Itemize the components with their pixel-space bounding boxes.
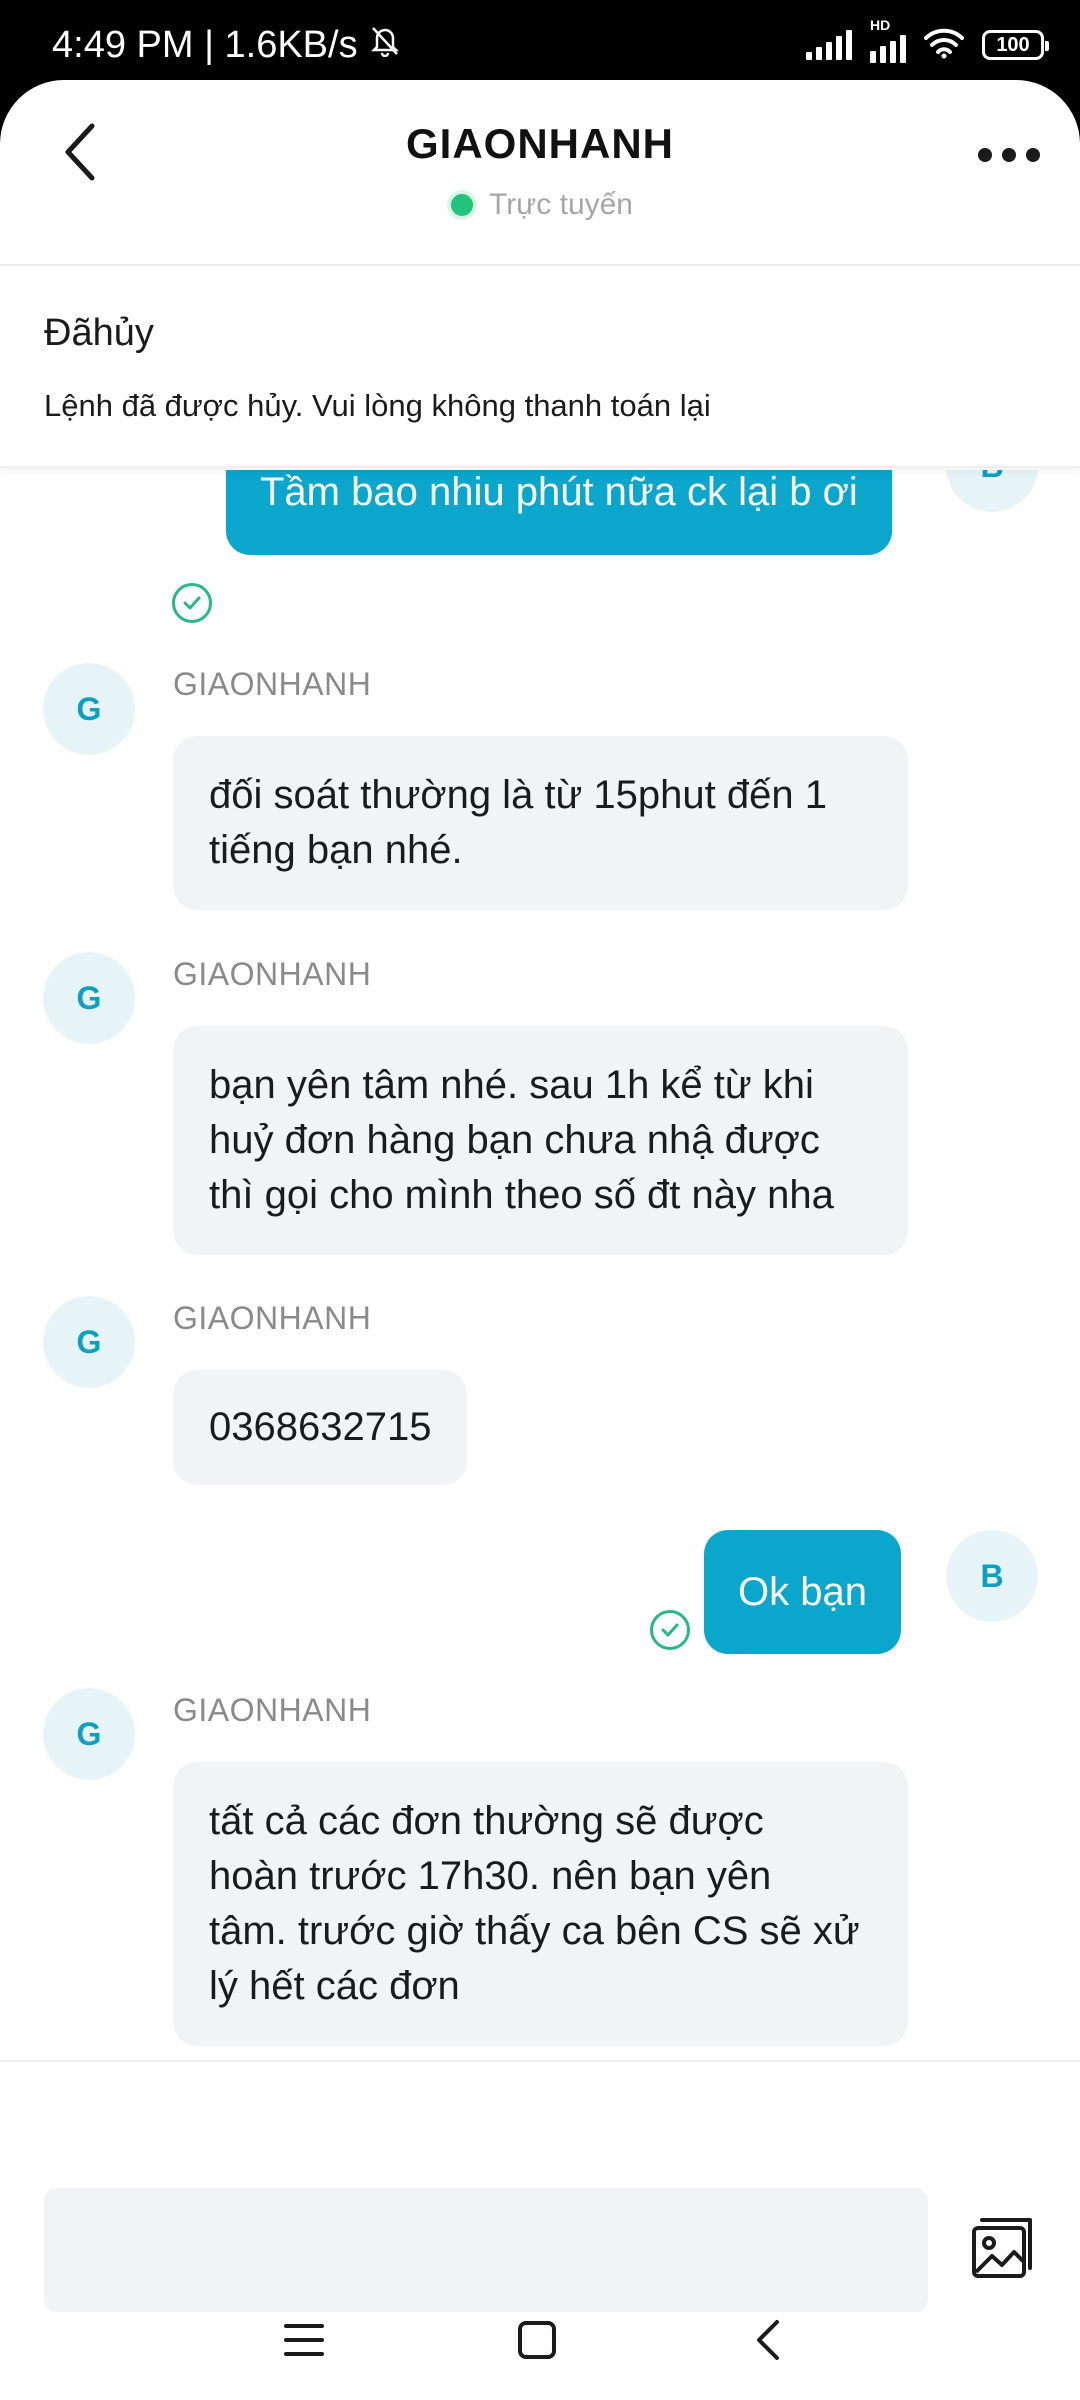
hd-label: HD xyxy=(870,17,891,33)
check-circle-icon xyxy=(172,583,212,623)
avatar-initial: G xyxy=(76,1715,102,1752)
message-line: tiếng bạn nhé. xyxy=(209,828,463,872)
avatar[interactable]: G xyxy=(43,1688,135,1780)
nav-back-button[interactable] xyxy=(738,2310,798,2370)
message-line: hoàn trước 17h30. nên bạn yên xyxy=(209,1854,772,1898)
online-status-label: Trực tuyến xyxy=(488,188,633,221)
avatar-initial: G xyxy=(76,979,102,1016)
check-circle-icon xyxy=(650,1610,690,1650)
nav-home-button[interactable] xyxy=(507,2310,567,2370)
more-dot-icon xyxy=(1002,148,1016,162)
avatar-initial: G xyxy=(76,1323,102,1360)
more-dot-icon xyxy=(978,148,992,162)
avatar[interactable]: G xyxy=(43,1296,135,1388)
message-text: Tầm bao nhiu phút nữa ck lại b ơi xyxy=(260,470,858,514)
nav-menu-button[interactable] xyxy=(274,2310,334,2370)
message-bubble-incoming[interactable]: bạn yên tâm nhé. sau 1h kể từ khi huỷ đơ… xyxy=(173,1026,908,1255)
avatar[interactable]: B xyxy=(946,1530,1038,1622)
more-options-button[interactable] xyxy=(978,138,1040,172)
menu-icon xyxy=(284,2324,324,2356)
status-bar: 4:49 PM | 1.6KB/s HD 100 xyxy=(0,0,1080,90)
battery-level: 100 xyxy=(996,33,1030,56)
more-dot-icon xyxy=(1026,148,1040,162)
hd-signal-icon: HD xyxy=(870,17,906,63)
message-list[interactable]: B Tầm bao nhiu phút nữa ck lại b ơi G GI… xyxy=(0,470,1080,2140)
image-gallery-icon xyxy=(972,2218,1032,2278)
message-text: Ok bạn xyxy=(738,1569,867,1614)
avatar-initial: B xyxy=(980,470,1003,485)
status-time-speed: 4:49 PM | 1.6KB/s xyxy=(52,23,358,66)
chat-title: GIAONHANH xyxy=(406,120,674,167)
chat-header: GIAONHANH Trực tuyến xyxy=(0,80,1080,266)
chat-screen: GIAONHANH Trực tuyến Đãhủy Lệnh đã được … xyxy=(0,80,1080,2400)
square-icon xyxy=(518,2321,556,2359)
message-bubble-outgoing[interactable]: Tầm bao nhiu phút nữa ck lại b ơi xyxy=(226,470,892,555)
online-status: Trực tuyến xyxy=(0,188,1080,222)
message-line: tất cả các đơn thường sẽ được xyxy=(209,1799,764,1843)
avatar[interactable]: B xyxy=(946,470,1038,512)
message-line: đối soát thường là từ 15phut đến 1 xyxy=(209,773,827,817)
notice-text: Lệnh đã được hủy. Vui lòng không thanh t… xyxy=(44,388,711,423)
notice-title: Đãhủy xyxy=(44,312,154,354)
sender-name: GIAONHANH xyxy=(173,1692,372,1728)
avatar[interactable]: G xyxy=(43,952,135,1044)
avatar-initial: G xyxy=(76,690,102,727)
message-line: tâm. trước giờ thấy ca bên CS sẽ xử xyxy=(209,1909,860,1953)
mute-icon xyxy=(368,23,402,67)
message-line: bạn yên tâm nhé. sau 1h kể từ khi xyxy=(209,1063,814,1107)
image-upload-button[interactable] xyxy=(968,2212,1038,2282)
message-line: huỷ đơn hàng bạn chưa nhậ được xyxy=(209,1118,820,1162)
avatar-initial: B xyxy=(980,1557,1004,1594)
order-status-notice: Đãhủy Lệnh đã được hủy. Vui lòng không t… xyxy=(0,268,1080,468)
avatar[interactable]: G xyxy=(43,663,135,755)
wifi-icon xyxy=(924,27,964,64)
message-bubble-incoming[interactable]: đối soát thường là từ 15phut đến 1 tiếng… xyxy=(173,736,908,910)
message-line: lý hết các đơn xyxy=(209,1964,460,2008)
message-input[interactable] xyxy=(44,2188,928,2312)
battery-icon: 100 xyxy=(982,30,1049,60)
status-right: HD 100 xyxy=(806,17,1049,64)
message-bubble-incoming[interactable]: 0368632715 xyxy=(173,1370,468,1485)
chevron-left-icon xyxy=(757,2320,779,2360)
sender-name: GIAONHANH xyxy=(173,1300,372,1336)
sender-name: GIAONHANH xyxy=(173,956,372,992)
sender-name: GIAONHANH xyxy=(173,666,372,702)
message-bubble-incoming[interactable]: tất cả các đơn thường sẽ được hoàn trước… xyxy=(173,1762,908,2046)
online-dot-icon xyxy=(446,190,477,220)
message-bubble-outgoing[interactable]: Ok bạn xyxy=(704,1530,901,1654)
message-line: 0368632715 xyxy=(209,1405,432,1449)
status-left: 4:49 PM | 1.6KB/s xyxy=(52,23,402,67)
signal-icon xyxy=(806,30,852,60)
message-line: thì gọi cho mình theo số đt này nha xyxy=(209,1173,834,1217)
